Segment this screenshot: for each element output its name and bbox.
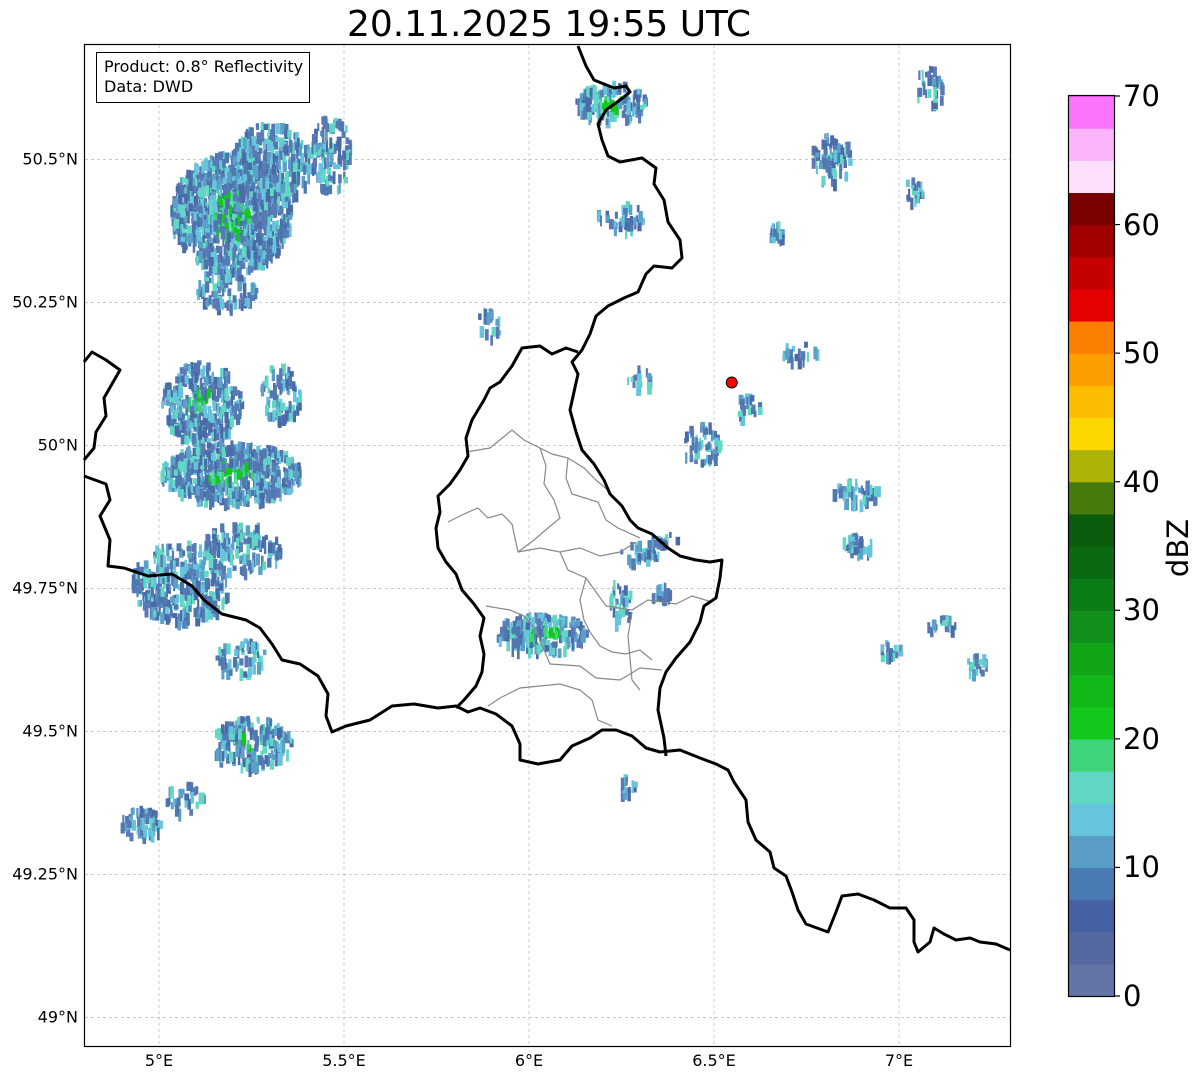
colorbar-segment [1069,771,1114,804]
colorbar-segment [1069,321,1114,354]
colorbar-segment [1069,256,1114,290]
colorbar-segment [1069,803,1114,836]
lat-tick-label: 49.75°N [12,578,78,598]
lat-tick-label: 50°N [37,435,78,455]
colorbar-segment [1069,385,1114,419]
colorbar-tick-label: 70 [1123,79,1160,113]
lon-tick-label: 6°E [514,1051,544,1070]
colorbar-segment [1069,224,1114,258]
colorbar-segment [1069,867,1114,901]
colorbar-tick-label: 60 [1123,207,1160,242]
colorbar [1067,94,1120,998]
colorbar-segment [1069,963,1114,997]
lon-tick-label: 5°E [144,1051,174,1070]
colorbar-segment [1069,513,1114,547]
colorbar-segment [1069,353,1114,386]
colorbar-segment [1069,738,1114,772]
product-label: Product: 0.8° Reflectivity [104,57,304,76]
colorbar-segment [1069,192,1114,226]
data-source-label: Data: DWD [104,77,194,96]
colorbar-segments [1069,96,1114,997]
product-info-box: Product: 0.8° Reflectivity Data: DWD [96,52,311,103]
colorbar-segment [1069,706,1114,740]
colorbar-segment [1069,931,1114,965]
colorbar-segment [1069,288,1114,322]
colorbar-segment [1069,835,1114,869]
lat-tick-label: 49.25°N [12,864,78,884]
lat-tick-label: 50.25°N [12,292,78,312]
colorbar-segment [1069,610,1114,644]
colorbar-tick-label: 40 [1123,464,1160,499]
colorbar-segment [1069,449,1114,483]
lat-tick-label: 49°N [37,1007,78,1027]
lon-tick-label: 7°E [884,1051,914,1070]
colorbar-segment [1069,128,1114,161]
lon-tick-label: 6.5°E [692,1051,736,1070]
colorbar-segment [1069,674,1114,708]
colorbar-segment [1069,642,1114,676]
colorbar-tick-label: 30 [1123,593,1160,628]
colorbar-tick-label: 10 [1123,850,1160,885]
lat-tick-label: 49.5°N [22,721,78,741]
colorbar-tick-label: 50 [1123,336,1160,371]
colorbar-tick-label: 0 [1123,979,1142,1013]
colorbar-segment [1069,578,1114,611]
lon-tick-label: 5.5°E [322,1051,366,1070]
lat-tick-label: 50.5°N [22,149,78,169]
colorbar-label: dBZ [1161,518,1195,578]
colorbar-tick-label: 20 [1123,721,1160,756]
colorbar-segment [1069,481,1114,515]
colorbar-segment [1069,546,1114,579]
colorbar-segment [1069,899,1114,933]
colorbar-segment [1069,96,1114,129]
colorbar-segment [1069,160,1114,194]
colorbar-segment [1069,417,1114,451]
